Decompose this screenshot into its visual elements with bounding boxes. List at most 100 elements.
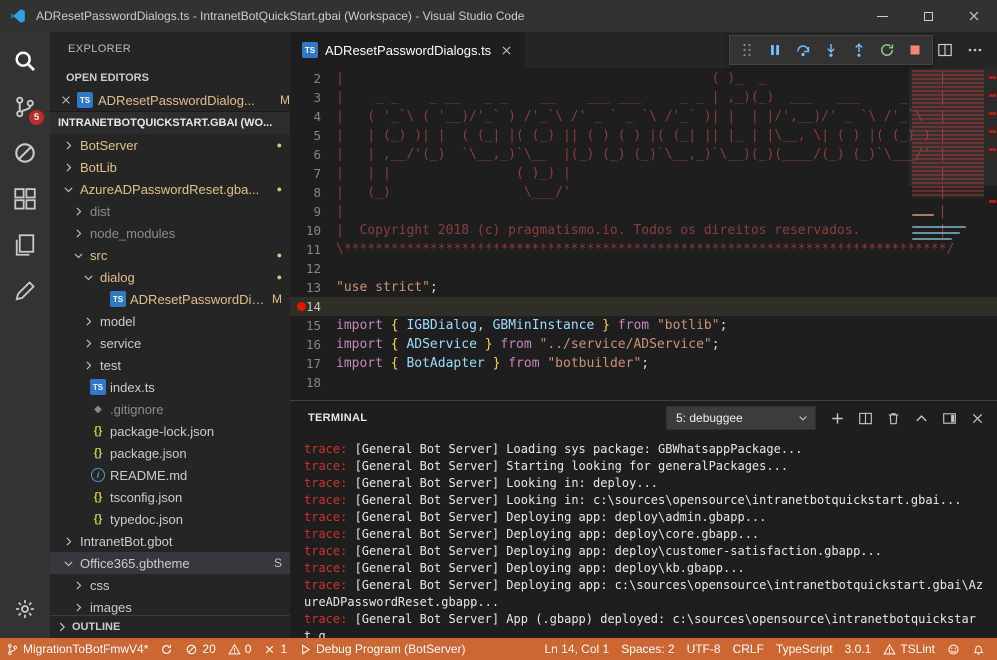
status-encoding[interactable]: UTF-8: [681, 638, 727, 660]
file-tsconfig-json[interactable]: {}tsconfig.json: [50, 486, 290, 508]
code-line-16[interactable]: 16import { ADService } from "../service/…: [290, 335, 997, 354]
code-line-5[interactable]: 5| | (_) )| | ( (_| |( (_) || ( ) ( ) |(…: [290, 126, 997, 145]
tab-terminal[interactable]: TERMINAL: [308, 412, 367, 424]
pause-icon[interactable]: [761, 37, 789, 63]
code-line-8[interactable]: 8| (_) \___/' |: [290, 183, 997, 202]
tree-item-label: IntranetBot.gbot: [80, 534, 173, 549]
code-line-12[interactable]: 12: [290, 259, 997, 278]
folder-service[interactable]: service: [50, 332, 290, 354]
restart-icon[interactable]: [873, 37, 901, 63]
new-terminal-icon[interactable]: [830, 411, 845, 426]
workspace-header[interactable]: INTRANETBOTQUICKSTART.GBAI (WO...: [50, 111, 290, 134]
folder-dialog[interactable]: dialog●: [50, 266, 290, 288]
minimize-button[interactable]: [859, 0, 905, 32]
open-editors-header[interactable]: OPEN EDITORS: [50, 66, 290, 89]
status-eol[interactable]: CRLF: [727, 638, 770, 660]
close-panel-icon[interactable]: [970, 411, 985, 426]
folder-intranetbot-gbot[interactable]: IntranetBot.gbot: [50, 530, 290, 552]
terminal-line: trace: [General Bot Server] Deploying ap…: [304, 560, 985, 577]
code-line-3[interactable]: 3| _ _ _ __ _ _ __ ___ ___ _ _ | ,_)(_) …: [290, 88, 997, 107]
close-icon[interactable]: [60, 94, 72, 106]
search-icon[interactable]: [0, 38, 50, 84]
maximize-panel-icon[interactable]: [914, 411, 929, 426]
code-line-18[interactable]: 18: [290, 373, 997, 392]
file-readme-md[interactable]: iREADME.md: [50, 464, 290, 486]
open-editor-item[interactable]: TSADResetPasswordDialog...M: [50, 89, 290, 111]
folder-botlib[interactable]: BotLib: [50, 156, 290, 178]
status-git-branch[interactable]: MigrationToBotFmwV4*: [0, 638, 154, 660]
extensions-icon[interactable]: [0, 176, 50, 222]
edit-icon[interactable]: [0, 268, 50, 314]
status-sync[interactable]: [154, 638, 179, 660]
chevron-right-icon: [80, 313, 96, 329]
status-cursor-position[interactable]: Ln 14, Col 1: [538, 638, 615, 660]
code-line-9[interactable]: 9| |: [290, 202, 997, 221]
file-adresetpassworddial[interactable]: TSADResetPasswordDial...M: [50, 288, 290, 310]
folder-css[interactable]: css: [50, 574, 290, 596]
debug-icon[interactable]: [0, 130, 50, 176]
code-line-2[interactable]: 2| ( )_ _ |: [290, 69, 997, 88]
status-tslint[interactable]: TSLint: [877, 638, 941, 660]
code-line-10[interactable]: 10| Copyright 2018 (c) pragmatismo.io. T…: [290, 221, 997, 240]
folder-images[interactable]: images: [50, 596, 290, 615]
code-line-15[interactable]: 15import { IGBDialog, GBMinInstance } fr…: [290, 316, 997, 335]
code-line-4[interactable]: 4| ( '_`\ ( '__)/'_` ) /'_`\ /' _ ` _ `\…: [290, 107, 997, 126]
split-editor-icon[interactable]: [937, 42, 953, 58]
status-version[interactable]: 3.0.1: [839, 638, 878, 660]
code-line-6[interactable]: 6| | ,__/'(_) `\__,_)`\__ |(_) (_) (_)`\…: [290, 145, 997, 164]
file-typedoc-json[interactable]: {}typedoc.json: [50, 508, 290, 530]
status-errors[interactable]: 20: [179, 638, 221, 660]
chevron-right-icon: [70, 577, 86, 593]
minimap[interactable]: [909, 68, 987, 400]
code-editor[interactable]: 2| ( )_ _ |3| _ _ _ __ _ _ __ ___ ___ _ …: [290, 68, 997, 400]
close-button[interactable]: [951, 0, 997, 32]
step-out-icon[interactable]: [845, 37, 873, 63]
status-feedback[interactable]: [941, 638, 966, 660]
folder-botserver[interactable]: BotServer●: [50, 134, 290, 156]
maximize-button[interactable]: [905, 0, 951, 32]
code-line-14[interactable]: 14: [290, 297, 997, 316]
status-debug-target[interactable]: Debug Program (BotServer): [293, 638, 471, 660]
line-content: | (_) \___/' |: [336, 183, 946, 202]
file-package-lock-json[interactable]: {}package-lock.json: [50, 420, 290, 442]
tab-close-icon[interactable]: [500, 44, 513, 57]
folder-src[interactable]: src●: [50, 244, 290, 266]
terminal-selector[interactable]: 5: debuggee: [666, 406, 816, 430]
folder-model[interactable]: model: [50, 310, 290, 332]
folder-azureadpasswordreset-gba[interactable]: AzureADPasswordReset.gba...●: [50, 178, 290, 200]
source-control-icon[interactable]: 5: [0, 84, 50, 130]
tab-adresetpassworddialogs[interactable]: TS ADResetPasswordDialogs.ts: [290, 32, 525, 68]
terminal-output[interactable]: trace: [General Bot Server] Loading sys …: [290, 435, 997, 638]
folder-dist[interactable]: dist: [50, 200, 290, 222]
file-index-ts[interactable]: TSindex.ts: [50, 376, 290, 398]
toggle-panel-icon[interactable]: [942, 411, 957, 426]
open-editor-label: ADResetPasswordDialog...: [98, 93, 255, 108]
step-over-icon[interactable]: [789, 37, 817, 63]
status-counter[interactable]: 1: [257, 638, 293, 660]
status-warnings[interactable]: 0: [222, 638, 258, 660]
line-content: import { IGBDialog, GBMinInstance } from…: [336, 316, 727, 335]
folder-test[interactable]: test: [50, 354, 290, 376]
status-notifications[interactable]: [966, 638, 991, 660]
breakpoint-icon[interactable]: [297, 302, 306, 311]
file-package-json[interactable]: {}package.json: [50, 442, 290, 464]
status-indentation[interactable]: Spaces: 2: [615, 638, 680, 660]
kill-terminal-icon[interactable]: [886, 411, 901, 426]
folder-node-modules[interactable]: node_modules: [50, 222, 290, 244]
code-line-7[interactable]: 7| | | ( )_) | |: [290, 164, 997, 183]
file-gitignore[interactable]: ◆.gitignore: [50, 398, 290, 420]
more-icon[interactable]: [967, 42, 983, 58]
folder-office365-gbtheme[interactable]: Office365.gbthemeS: [50, 552, 290, 574]
code-line-11[interactable]: 11\*************************************…: [290, 240, 997, 259]
stop-icon[interactable]: [901, 37, 929, 63]
documents-icon[interactable]: [0, 222, 50, 268]
modified-dot: ●: [277, 184, 282, 194]
status-language[interactable]: TypeScript: [770, 638, 839, 660]
outline-header[interactable]: OUTLINE: [50, 615, 290, 638]
code-line-13[interactable]: 13"use strict";: [290, 278, 997, 297]
code-line-17[interactable]: 17import { BotAdapter } from "botbuilder…: [290, 354, 997, 373]
step-into-icon[interactable]: [817, 37, 845, 63]
line-content: "use strict";: [336, 278, 438, 297]
settings-gear-icon[interactable]: [0, 586, 50, 632]
split-terminal-icon[interactable]: [858, 411, 873, 426]
